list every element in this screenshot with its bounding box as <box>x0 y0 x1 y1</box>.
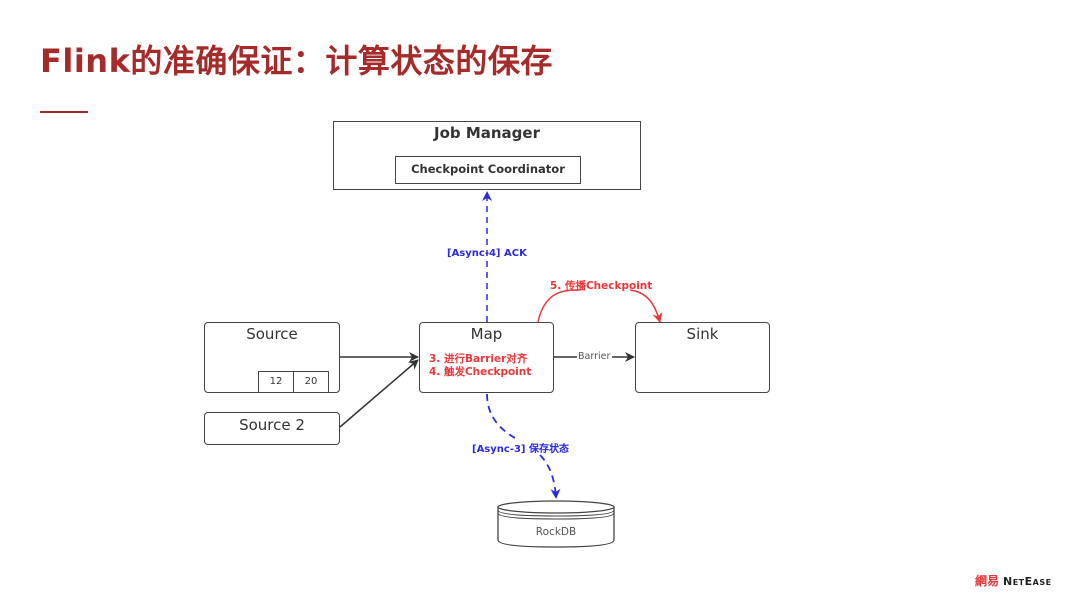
rockdb-label: RockDB <box>535 526 577 538</box>
propagate-arrow <box>537 289 660 322</box>
propagate-label: 5. 传播Checkpoint <box>550 280 653 292</box>
source-label: Source <box>246 325 298 343</box>
sink-label: Sink <box>686 325 719 343</box>
ack-label: [Async-4] ACK <box>447 248 527 259</box>
job-manager-label: Job Manager <box>433 124 540 142</box>
map-box: Map 3. 进行Barrier对齐 4. 触发Checkpoint <box>419 322 554 393</box>
diagram-connectors <box>339 191 1080 548</box>
netease-logo: 網易 NetEase <box>975 572 1052 589</box>
source2-box: Source 2 <box>204 412 340 445</box>
checkpoint-coordinator-label: Checkpoint Coordinator <box>411 162 565 176</box>
source2-to-map-arrow <box>339 359 419 428</box>
map-step-4: 4. 触发Checkpoint <box>429 366 532 378</box>
source-cell-2: 20 <box>293 371 329 393</box>
source-cell-1: 12 <box>258 371 294 393</box>
map-label: Map <box>470 325 503 343</box>
logo-en: NetEase <box>1003 575 1052 588</box>
checkpoint-coordinator-box: Checkpoint Coordinator <box>395 156 581 184</box>
rockdb-cylinder <box>497 500 615 548</box>
sink-box: Sink <box>635 322 770 393</box>
map-step-3: 3. 进行Barrier对齐 <box>429 353 528 365</box>
barrier-label: Barrier <box>578 351 611 362</box>
job-manager-box: Job Manager Checkpoint Coordinator <box>333 121 641 190</box>
source2-label: Source 2 <box>239 416 305 434</box>
source-box: Source 12 20 <box>204 322 340 393</box>
save-state-label: [Async-3] 保存状态 <box>472 444 569 455</box>
logo-cn: 網易 <box>975 574 1000 588</box>
